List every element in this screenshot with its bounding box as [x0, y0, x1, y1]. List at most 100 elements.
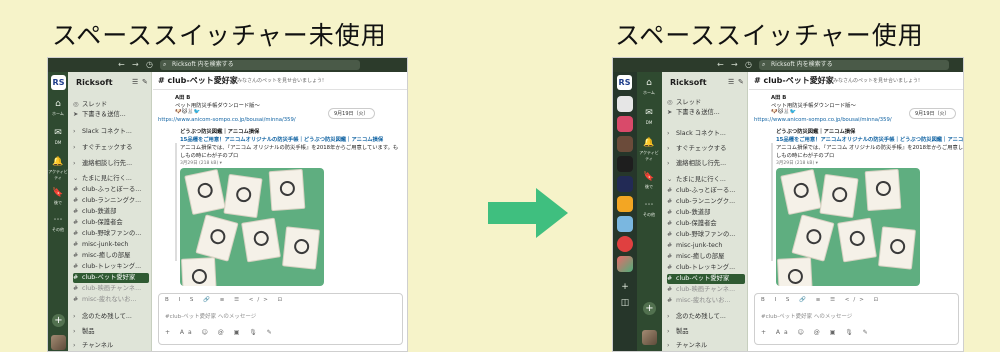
history-icon[interactable]: ◷ — [745, 60, 752, 69]
sidebar-item-drafts[interactable]: ➤ 下書き＆送信... — [73, 110, 149, 120]
channel-name[interactable]: # club-ペット愛好家 — [754, 75, 834, 86]
message-link[interactable]: https://www.anicom-sompo.co.jp/bousai/mi… — [158, 117, 296, 123]
message-link[interactable]: https://www.anicom-sompo.co.jp/bousai/mi… — [754, 117, 892, 123]
sidebar-item-channel[interactable]: # misc-疲れないお... — [667, 296, 745, 306]
filter-icon[interactable]: ☰ — [728, 78, 734, 86]
date-divider[interactable]: 9月19日（火） — [328, 108, 375, 119]
file-meta[interactable]: 3月29日 (218 kB) ▾ — [776, 160, 818, 166]
dm-icon[interactable]: ✉ — [641, 108, 657, 118]
emoji-reactions[interactable]: 🐶🐱🐰🐦 — [771, 109, 796, 115]
sidebar-item-channel[interactable]: # club-ふっとぼーる... — [667, 186, 745, 196]
avatar[interactable] — [642, 330, 657, 345]
back-icon[interactable]: ← — [717, 60, 724, 69]
sidebar-item-channel[interactable]: # misc-癒しの部屋 — [73, 251, 149, 261]
dm-icon[interactable]: ✉ — [50, 128, 66, 138]
sidebar-item-channel[interactable]: # club-野球ファンの... — [667, 230, 745, 240]
workspace-name[interactable]: Ricksoft — [76, 78, 113, 87]
section-occasional[interactable]: ⌄ たまに見に行く... — [667, 175, 745, 185]
section-products[interactable]: › 製品 — [73, 327, 149, 337]
add-space-icon[interactable]: + — [617, 282, 633, 292]
forward-icon[interactable]: → — [731, 60, 738, 69]
sidebar-item-threads[interactable]: ◎ スレッド — [667, 98, 745, 108]
bookmark-icon[interactable]: 🔖 — [641, 172, 657, 182]
sidebar-item-channel[interactable]: # club-トレッキング... — [667, 263, 745, 273]
section-products[interactable]: › 製品 — [667, 327, 745, 337]
section-contact[interactable]: › 連絡相談し行先... — [667, 159, 745, 169]
section-check-soon[interactable]: › すぐチェックする — [73, 143, 149, 153]
emoji-reactions[interactable]: 🐶🐱🐰🐦 — [175, 109, 200, 115]
unfurl-title[interactable]: 15品種をご用意！アニコムオリジナルの防災手帳｜どうぶつ防災図鑑｜アニコム損保 — [776, 135, 963, 143]
space-icon[interactable] — [617, 96, 633, 112]
compose-icon[interactable]: ✎ — [738, 78, 744, 86]
sidebar-item-channel[interactable]: # club-映画チャンネ... — [667, 285, 745, 295]
compose-icon[interactable]: ✎ — [142, 78, 148, 86]
section-contact[interactable]: › 連絡相談し行先... — [73, 159, 149, 169]
space-icon[interactable] — [617, 156, 633, 172]
space-icon[interactable] — [617, 256, 633, 272]
sidebar-item-channel[interactable]: # misc-癒しの部屋 — [667, 252, 745, 262]
search-bar[interactable]: ⌕ Ricksoft 内を検索する — [160, 60, 360, 70]
message-author[interactable]: A田 B — [175, 93, 190, 101]
add-workspace-icon[interactable]: + — [52, 314, 65, 327]
sidebar-item-channel[interactable]: # club-ランニングク... — [667, 197, 745, 207]
sidebar-toggle-icon[interactable]: ◫ — [617, 298, 633, 308]
shared-photo[interactable] — [776, 168, 920, 286]
sidebar-item-active-channel[interactable]: # club-ペット愛好家 — [667, 274, 745, 284]
home-icon[interactable]: ⌂ — [50, 99, 66, 109]
bell-icon[interactable]: 🔔 — [641, 138, 657, 148]
section-keep[interactable]: › 念のため残して... — [667, 312, 745, 322]
filter-icon[interactable]: ☰ — [132, 78, 138, 86]
avatar[interactable] — [51, 335, 66, 350]
forward-icon[interactable]: → — [132, 60, 139, 69]
back-icon[interactable]: ← — [118, 60, 125, 69]
bell-icon[interactable]: 🔔 — [50, 157, 66, 167]
section-channels[interactable]: › チャンネル — [73, 341, 149, 351]
composer-tools[interactable]: + Aa ☺ @ ▣ 🎙 ✎ — [165, 329, 276, 336]
sidebar-item-channel[interactable]: # misc-junk-tech — [667, 241, 745, 251]
composer-placeholder[interactable]: #club-ペット愛好家 へのメッセージ — [165, 312, 256, 320]
section-slack-connect[interactable]: › Slack コネクト... — [73, 127, 149, 137]
sidebar-item-drafts[interactable]: ➤ 下書き＆送信... — [667, 108, 745, 118]
composer-tools[interactable]: + Aa ☺ @ ▣ 🎙 ✎ — [761, 329, 872, 336]
sidebar-item-channel[interactable]: # misc-疲れないお... — [73, 295, 149, 305]
unfurl-title[interactable]: 15品種をご用意！アニコムオリジナルの防災手帳｜どうぶつ防災図鑑｜アニコム損保 — [180, 135, 383, 143]
home-icon[interactable]: ⌂ — [641, 78, 657, 88]
section-occasional[interactable]: ⌄ たまに見に行く... — [73, 174, 149, 184]
space-icon[interactable] — [617, 136, 633, 152]
sidebar-item-channel[interactable]: # club-保護者会 — [73, 218, 149, 228]
sidebar-item-channel[interactable]: # club-鉄道部 — [667, 208, 745, 218]
sidebar-item-channel[interactable]: # club-映画チャンネ... — [73, 284, 149, 294]
sidebar-item-channel[interactable]: # club-ふっとぼーる... — [73, 185, 149, 195]
section-channels[interactable]: › チャンネル — [667, 341, 745, 351]
message-composer[interactable]: B I S 🔗 ≡ ☰ </> ⊡ #club-ペット愛好家 へのメッセージ +… — [158, 293, 403, 345]
file-meta[interactable]: 3月29日 (218 kB) ▾ — [180, 160, 222, 166]
sidebar-item-channel[interactable]: # club-鉄道部 — [73, 207, 149, 217]
search-bar[interactable]: ⌕ Ricksoft 内を検索する — [759, 60, 949, 70]
section-check-soon[interactable]: › すぐチェックする — [667, 144, 745, 154]
message-author[interactable]: A田 B — [771, 93, 786, 101]
sidebar-item-channel[interactable]: # club-保護者会 — [667, 219, 745, 229]
message-composer[interactable]: B I S 🔗 ≡ ☰ </> ⊡ #club-ペット愛好家 へのメッセージ +… — [754, 293, 959, 345]
sidebar-item-threads[interactable]: ◎ スレッド — [73, 100, 149, 110]
shared-photo[interactable] — [180, 168, 324, 286]
composer-placeholder[interactable]: #club-ペット愛好家 へのメッセージ — [761, 312, 852, 320]
channel-name[interactable]: # club-ペット愛好家 — [158, 75, 238, 86]
sidebar-item-active-channel[interactable]: # club-ペット愛好家 — [73, 273, 149, 283]
bookmark-icon[interactable]: 🔖 — [50, 188, 66, 198]
history-icon[interactable]: ◷ — [146, 60, 153, 69]
section-slack-connect[interactable]: › Slack コネクト... — [667, 129, 745, 139]
workspace-name[interactable]: Ricksoft — [670, 78, 707, 87]
space-icon[interactable] — [617, 236, 633, 252]
sidebar-item-channel[interactable]: # club-野球ファンの... — [73, 229, 149, 239]
more-icon[interactable]: ⋯ — [50, 215, 66, 225]
more-icon[interactable]: ⋯ — [641, 200, 657, 210]
format-toolbar[interactable]: B I S 🔗 ≡ ☰ </> ⊡ — [761, 297, 882, 303]
space-icon[interactable] — [617, 176, 633, 192]
workspace-icon[interactable]: RS — [51, 75, 66, 90]
sidebar-item-channel[interactable]: # club-ランニングク... — [73, 196, 149, 206]
section-keep[interactable]: › 念のため残して... — [73, 312, 149, 322]
workspace-icon[interactable]: RS — [617, 75, 632, 90]
sidebar-item-channel[interactable]: # misc-junk-tech — [73, 240, 149, 250]
space-icon[interactable] — [617, 196, 633, 212]
add-workspace-icon[interactable]: + — [643, 302, 656, 315]
